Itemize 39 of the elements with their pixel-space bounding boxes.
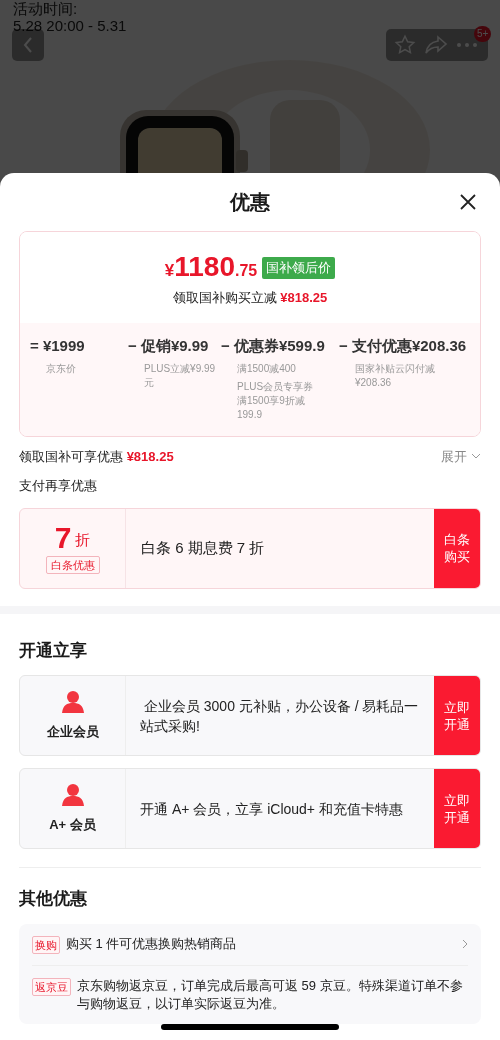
- breakdown-note: 国家补贴云闪付减¥208.36: [355, 361, 436, 390]
- breakdown-amount: = ¥1999: [30, 336, 86, 356]
- breakdown-note: PLUS会员专享券满1500享9折减199.9: [237, 379, 315, 422]
- breakdown-note: 满1500减400: [237, 361, 297, 376]
- discount-value: 7 折: [54, 521, 91, 554]
- activity-label: 活动时间:: [13, 0, 78, 17]
- join-button[interactable]: 立即开通: [434, 769, 480, 848]
- person-icon: [60, 782, 85, 807]
- final-price: ¥1180.75: [164, 252, 258, 284]
- offer-tag: 返京豆: [32, 977, 71, 996]
- buy-button[interactable]: 白条购买: [434, 508, 480, 588]
- member-description: 企业会员 3000 元补贴，办公设备 / 易耗品一站式采购!: [140, 696, 420, 736]
- breakdown-note: PLUS立减¥9.99元: [144, 361, 217, 390]
- member-name: A+ 会员: [49, 815, 96, 834]
- person-icon: [60, 689, 85, 714]
- breakdown-amount: − 优惠券¥599.9: [221, 336, 326, 356]
- sheet-title: 优惠: [230, 190, 270, 215]
- section-label: 支付再享优惠: [19, 477, 98, 495]
- offer-text: 购买 1 件可优惠换购热销商品: [66, 934, 238, 953]
- join-button[interactable]: 立即开通: [434, 676, 480, 755]
- chevron-down-icon: [471, 453, 481, 460]
- price-tag: 国补领后价: [262, 257, 336, 279]
- breakdown-amount: − 促销¥9.99: [128, 336, 210, 356]
- expand-button[interactable]: 展开: [441, 446, 481, 466]
- offer-text: 京东购物返京豆，订单完成后最高可返 59 京豆。特殊渠道订单不参与购物返豆，以订单实际返豆为准。: [77, 976, 464, 1013]
- section-heading: 开通立享: [19, 639, 88, 662]
- offer-tag: 白条优惠: [45, 555, 100, 575]
- chevron-right-icon: [462, 938, 468, 949]
- offer-text: 白条 6 期息费 7 折: [141, 537, 265, 558]
- breakdown-note: 京东价: [46, 361, 77, 376]
- section-heading: 其他优惠: [19, 888, 88, 910]
- member-name: 企业会员: [46, 722, 99, 741]
- member-description: 开通 A+ 会员，立享 iCloud+ 和充值卡特惠: [140, 799, 403, 819]
- price-subtitle: 领取国补购买立减 ¥818.25: [172, 288, 328, 307]
- activity-time: 5.28 20:00 - 5.31: [13, 17, 127, 34]
- breakdown-amount: − 支付优惠¥208.36: [339, 336, 468, 356]
- offer-tag: 换购: [32, 935, 60, 954]
- subsidy-text: 领取国补可享优惠 ¥818.25: [19, 447, 174, 466]
- close-button[interactable]: [458, 192, 478, 212]
